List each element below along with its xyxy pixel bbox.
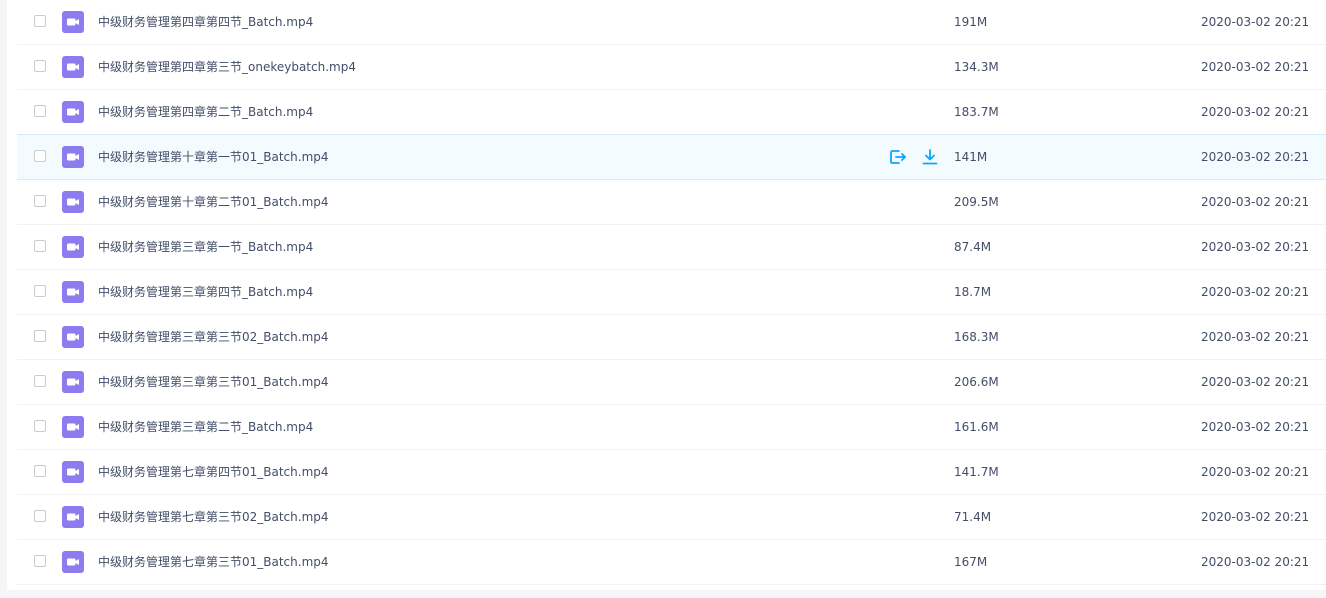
file-name[interactable]: 中级财务管理第七章第四节01_Batch.mp4 — [98, 450, 329, 494]
video-file-icon — [62, 416, 84, 438]
file-name[interactable]: 中级财务管理第三章第一节_Batch.mp4 — [98, 225, 313, 269]
file-size: 71.4M — [954, 510, 992, 524]
row-checkbox[interactable] — [34, 150, 46, 162]
file-list-panel: 中级财务管理第四章第四节_Batch.mp4 191M 2020-03-02 2… — [7, 0, 1326, 590]
file-size: 141M — [954, 150, 988, 164]
video-file-icon — [62, 281, 84, 303]
modified-date: 2020-03-02 20:21 — [1201, 510, 1310, 524]
row-checkbox[interactable] — [34, 510, 46, 522]
modified-date: 2020-03-02 20:21 — [1201, 195, 1310, 209]
file-size: 191M — [954, 15, 988, 29]
file-name[interactable]: 中级财务管理第四章第四节_Batch.mp4 — [98, 0, 313, 44]
modified-date: 2020-03-02 20:21 — [1201, 330, 1310, 344]
row-checkbox[interactable] — [34, 420, 46, 432]
file-row[interactable]: 中级财务管理第四章第三节_onekeybatch.mp4 134.3M 2020… — [17, 45, 1326, 90]
file-row[interactable]: 中级财务管理第三章第三节02_Batch.mp4 168.3M 2020-03-… — [17, 315, 1326, 360]
file-size: 161.6M — [954, 420, 999, 434]
video-file-icon — [62, 191, 84, 213]
file-row[interactable]: 中级财务管理第三章第四节_Batch.mp4 18.7M 2020-03-02 … — [17, 270, 1326, 315]
file-size: 134.3M — [954, 60, 999, 74]
file-size: 87.4M — [954, 240, 992, 254]
modified-date: 2020-03-02 20:21 — [1201, 555, 1310, 569]
file-row[interactable]: 中级财务管理第三章第三节01_Batch.mp4 206.6M 2020-03-… — [17, 360, 1326, 405]
file-name[interactable]: 中级财务管理第七章第三节02_Batch.mp4 — [98, 495, 329, 539]
file-row[interactable]: 中级财务管理第七章第四节01_Batch.mp4 141.7M 2020-03-… — [17, 450, 1326, 495]
video-file-icon — [62, 11, 84, 33]
file-list: 中级财务管理第四章第四节_Batch.mp4 191M 2020-03-02 2… — [17, 0, 1326, 585]
modified-date: 2020-03-02 20:21 — [1201, 240, 1310, 254]
file-row[interactable]: 中级财务管理第十章第一节01_Batch.mp4 141M 2020-03-02… — [17, 134, 1326, 180]
row-checkbox[interactable] — [34, 60, 46, 72]
video-file-icon — [62, 236, 84, 258]
file-name[interactable]: 中级财务管理第三章第二节_Batch.mp4 — [98, 405, 313, 449]
row-checkbox[interactable] — [34, 15, 46, 27]
modified-date: 2020-03-02 20:21 — [1201, 285, 1310, 299]
file-size: 141.7M — [954, 465, 999, 479]
file-row[interactable]: 中级财务管理第十章第二节01_Batch.mp4 209.5M 2020-03-… — [17, 180, 1326, 225]
file-size: 209.5M — [954, 195, 999, 209]
share-icon[interactable] — [888, 147, 908, 167]
video-file-icon — [62, 146, 84, 168]
video-file-icon — [62, 326, 84, 348]
modified-date: 2020-03-02 20:21 — [1201, 150, 1310, 164]
file-name[interactable]: 中级财务管理第三章第三节01_Batch.mp4 — [98, 360, 329, 404]
file-row[interactable]: 中级财务管理第七章第三节02_Batch.mp4 71.4M 2020-03-0… — [17, 495, 1326, 540]
file-row[interactable]: 中级财务管理第三章第一节_Batch.mp4 87.4M 2020-03-02 … — [17, 225, 1326, 270]
file-name[interactable]: 中级财务管理第三章第三节02_Batch.mp4 — [98, 315, 329, 359]
modified-date: 2020-03-02 20:21 — [1201, 420, 1310, 434]
file-size: 183.7M — [954, 105, 999, 119]
file-name[interactable]: 中级财务管理第四章第三节_onekeybatch.mp4 — [98, 45, 356, 89]
file-size: 18.7M — [954, 285, 992, 299]
modified-date: 2020-03-02 20:21 — [1201, 105, 1310, 119]
file-size: 167M — [954, 555, 988, 569]
row-checkbox[interactable] — [34, 105, 46, 117]
file-row[interactable]: 中级财务管理第三章第二节_Batch.mp4 161.6M 2020-03-02… — [17, 405, 1326, 450]
video-file-icon — [62, 101, 84, 123]
download-icon[interactable] — [920, 147, 940, 167]
file-size: 168.3M — [954, 330, 999, 344]
modified-date: 2020-03-02 20:21 — [1201, 15, 1310, 29]
file-name[interactable]: 中级财务管理第七章第三节01_Batch.mp4 — [98, 540, 329, 584]
row-checkbox[interactable] — [34, 375, 46, 387]
row-checkbox[interactable] — [34, 240, 46, 252]
file-size: 206.6M — [954, 375, 999, 389]
file-row[interactable]: 中级财务管理第七章第三节01_Batch.mp4 167M 2020-03-02… — [17, 540, 1326, 585]
video-file-icon — [62, 461, 84, 483]
video-file-icon — [62, 551, 84, 573]
file-name[interactable]: 中级财务管理第十章第一节01_Batch.mp4 — [98, 135, 329, 179]
row-checkbox[interactable] — [34, 465, 46, 477]
modified-date: 2020-03-02 20:21 — [1201, 465, 1310, 479]
file-row[interactable]: 中级财务管理第四章第二节_Batch.mp4 183.7M 2020-03-02… — [17, 90, 1326, 135]
video-file-icon — [62, 371, 84, 393]
row-actions — [888, 147, 940, 167]
modified-date: 2020-03-02 20:21 — [1201, 60, 1310, 74]
video-file-icon — [62, 56, 84, 78]
video-file-icon — [62, 506, 84, 528]
file-name[interactable]: 中级财务管理第三章第四节_Batch.mp4 — [98, 270, 313, 314]
row-checkbox[interactable] — [34, 195, 46, 207]
modified-date: 2020-03-02 20:21 — [1201, 375, 1310, 389]
row-checkbox[interactable] — [34, 285, 46, 297]
file-row[interactable]: 中级财务管理第四章第四节_Batch.mp4 191M 2020-03-02 2… — [17, 0, 1326, 45]
row-checkbox[interactable] — [34, 330, 46, 342]
file-name[interactable]: 中级财务管理第四章第二节_Batch.mp4 — [98, 90, 313, 134]
row-checkbox[interactable] — [34, 555, 46, 567]
file-name[interactable]: 中级财务管理第十章第二节01_Batch.mp4 — [98, 180, 329, 224]
